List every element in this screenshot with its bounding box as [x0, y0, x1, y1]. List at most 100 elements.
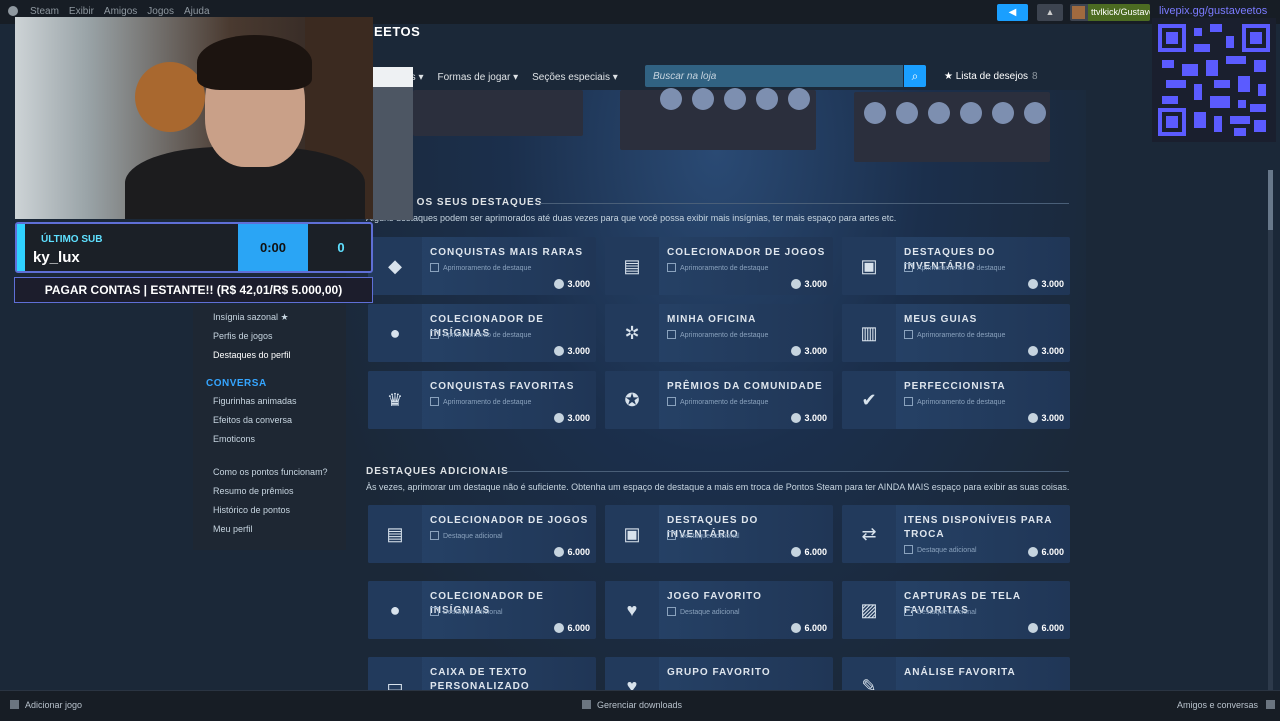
card-title: PERFECCIONISTA: [904, 381, 1006, 392]
friends-label: Amigos e conversas: [1177, 700, 1259, 710]
card-subtitle: Aprimoramento de destaque: [667, 330, 768, 339]
card-price-value: 6.000: [804, 623, 827, 633]
steam-points-icon: [1028, 547, 1039, 557]
download-icon: [582, 700, 591, 709]
card-price-value: 3.000: [804, 279, 827, 289]
sidebar-item-emoticons[interactable]: Emoticons: [213, 434, 255, 444]
card-icon: ▤: [605, 237, 659, 295]
card-subtitle: Aprimoramento de destaque: [430, 330, 531, 339]
highlight-card[interactable]: ▥ MEUS GUIAS Aprimoramento de destaque 3.00…: [842, 304, 1070, 362]
steam-points-icon: [1028, 623, 1039, 633]
card-icon: ▣: [605, 505, 659, 563]
nav-secoes-especiais[interactable]: Seções especiais ▾: [532, 72, 618, 83]
sidebar-heading-conversa: CONVERSA: [206, 378, 267, 389]
card-price-value: 6.000: [1041, 623, 1064, 633]
highlight-card[interactable]: ▤ COLECIONADOR DE JOGOS Destaque adicional…: [368, 505, 596, 563]
card-price-value: 3.000: [567, 346, 590, 356]
last-sub-label: ÚLTIMO SUB: [41, 234, 103, 245]
card-icon: ✲: [605, 304, 659, 362]
sub-timer: 0:00: [238, 224, 308, 271]
sidebar-item-perfis-de-jogos[interactable]: Perfis de jogos: [213, 331, 273, 341]
last-sub-name: ky_lux: [33, 249, 80, 266]
sidebar-item-meu-perfil[interactable]: Meu perfil: [213, 524, 253, 534]
qr-code: [1152, 18, 1276, 142]
card-icon: ●: [368, 581, 422, 639]
megaphone-icon: ◀: [1008, 7, 1017, 18]
plus-icon: [10, 700, 19, 709]
search-button[interactable]: ⌕: [904, 65, 926, 87]
sidebar-item-efeitos[interactable]: Efeitos da conversa: [213, 415, 292, 425]
sidebar-item-resumo[interactable]: Resumo de prêmios: [213, 486, 294, 496]
card-title: CONQUISTAS MAIS RARAS: [430, 247, 584, 258]
friends-chat-button[interactable]: Amigos e conversas: [1177, 700, 1275, 710]
sidebar-item-destaques-do-perfil[interactable]: Destaques do perfil: [213, 350, 291, 360]
scrollbar[interactable]: [1268, 170, 1273, 690]
card-icon: ●: [368, 304, 422, 362]
card-subtitle: Destaque adicional: [430, 531, 503, 540]
star-icon: ★: [944, 71, 953, 82]
store-search: [645, 65, 903, 87]
add-game-button[interactable]: Adicionar jogo: [10, 700, 82, 710]
highlight-card[interactable]: ◆ CONQUISTAS MAIS RARAS Aprimoramento de d…: [368, 237, 596, 295]
nav-formas-de-jogar[interactable]: Formas de jogar ▾: [438, 72, 519, 83]
steam-points-icon: [554, 346, 565, 356]
highlight-card[interactable]: ⇄ ITENS DISPONÍVEIS PARA TROCA Destaque ad…: [842, 505, 1070, 563]
card-price-value: 3.000: [804, 413, 827, 423]
sidebar-item-como-funcionam[interactable]: Como os pontos funcionam?: [213, 467, 328, 477]
card-icon: ▤: [368, 505, 422, 563]
points-shop-sidebar: Insígnia sazonal ★ Perfis de jogos Desta…: [193, 305, 346, 550]
highlight-card[interactable]: ● COLECIONADOR DE INSÍGNIAS Aprimoramento …: [368, 304, 596, 362]
highlight-card[interactable]: ✔ PERFECCIONISTA Aprimoramento de destaque…: [842, 371, 1070, 429]
add-game-label: Adicionar jogo: [25, 700, 83, 710]
highlight-card[interactable]: ▤ COLECIONADOR DE JOGOS Aprimoramento de d…: [605, 237, 833, 295]
steam-points-icon: [791, 413, 802, 423]
card-price: 3.000: [1028, 279, 1064, 289]
highlight-card[interactable]: ● COLECIONADOR DE INSÍGNIAS Destaque adici…: [368, 581, 596, 639]
badge-preview: [864, 102, 1046, 124]
search-icon: ⌕: [911, 69, 919, 83]
webcam-video: [15, 17, 373, 219]
card-title: ITENS DISPONÍVEIS PARA TROCA: [904, 515, 1053, 540]
highlight-card[interactable]: ▨ CAPTURAS DE TELA FAVORITAS Destaque adic…: [842, 581, 1070, 639]
wishlist-count: 8: [1032, 71, 1038, 82]
card-price: 6.000: [791, 623, 827, 633]
card-subtitle: Aprimoramento de destaque: [904, 330, 1005, 339]
webcam-person: [197, 35, 312, 90]
sidebar-item-historico[interactable]: Histórico de pontos: [213, 505, 290, 515]
card-title: CONQUISTAS FAVORITAS: [430, 381, 575, 392]
scrollbar-thumb[interactable]: [1268, 170, 1273, 230]
card-title: COLECIONADOR DE JOGOS: [430, 515, 589, 526]
last-sub-widget: ÚLTIMO SUB ky_lux 0:00 0: [15, 222, 373, 273]
sidebar-item-insignia-sazonal[interactable]: Insígnia sazonal ★: [213, 312, 289, 323]
donation-goal-bar: PAGAR CONTAS | ESTANTE!! (R$ 42,01/R$ 5.…: [14, 277, 373, 303]
highlight-card[interactable]: ▣ DESTAQUES DO INVENTÁRIO Destaque adicion…: [605, 505, 833, 563]
section-description: Alguns destaques podem ser aprimorados a…: [366, 213, 897, 223]
user-menu-button[interactable]: ttvlkick/Gustave: [1070, 4, 1150, 21]
card-price: 6.000: [1028, 547, 1064, 557]
announcements-button[interactable]: ◀: [997, 4, 1028, 21]
card-subtitle: Destaque adicional: [667, 607, 740, 616]
search-input[interactable]: [645, 65, 903, 87]
card-icon: ▣: [842, 237, 896, 295]
card-price-value: 3.000: [567, 413, 590, 423]
wishlist-link[interactable]: ★ Lista de desejos 8: [944, 71, 1038, 82]
notifications-button[interactable]: ▲: [1037, 4, 1063, 21]
highlight-card[interactable]: ✲ MINHA OFICINA Aprimoramento de destaque 3…: [605, 304, 833, 362]
card-title: GRUPO FAVORITO: [667, 667, 771, 678]
highlight-card[interactable]: ♥ JOGO FAVORITO Destaque adicional 6.000: [605, 581, 833, 639]
avatar: [1072, 6, 1085, 19]
highlight-card[interactable]: ✪ PRÊMIOS DA COMUNIDADE Aprimoramento de d…: [605, 371, 833, 429]
card-price: 6.000: [554, 547, 590, 557]
card-price: 3.000: [554, 279, 590, 289]
sidebar-item-figurinhas[interactable]: Figurinhas animadas: [213, 396, 297, 406]
highlight-card[interactable]: ♛ CONQUISTAS FAVORITAS Aprimoramento de de…: [368, 371, 596, 429]
manage-downloads-button[interactable]: Gerenciar downloads: [582, 700, 682, 710]
steam-points-icon: [554, 547, 565, 557]
section-description: Às vezes, aprimorar um destaque não é su…: [366, 482, 1070, 492]
highlight-card[interactable]: ▣ DESTAQUES DO INVENTÁRIO Aprimoramento de…: [842, 237, 1070, 295]
section-divider: [500, 471, 1069, 472]
card-subtitle: Aprimoramento de destaque: [430, 263, 531, 272]
card-subtitle: Aprimoramento de destaque: [667, 263, 768, 272]
card-subtitle: Destaque adicional: [667, 531, 740, 540]
steam-bottom-bar: Adicionar jogo Gerenciar downloads Amigo…: [0, 690, 1280, 721]
